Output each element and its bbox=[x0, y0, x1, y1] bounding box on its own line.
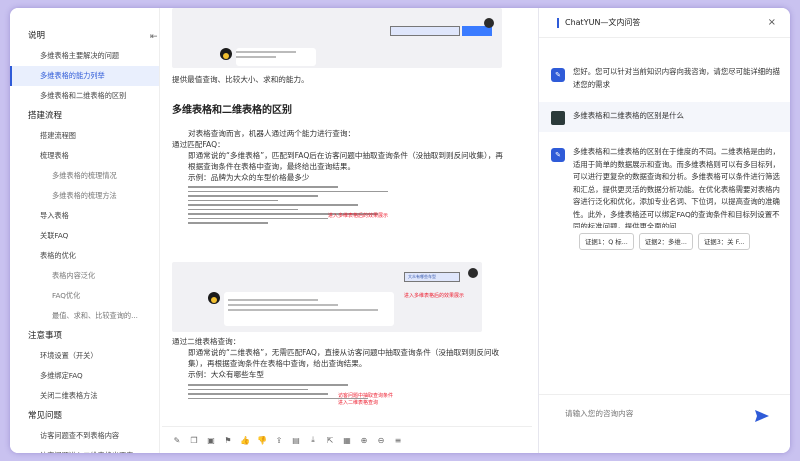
sidebar-item[interactable]: 关闭二维表格方法 bbox=[10, 386, 159, 406]
section-heading: 多维表格和二维表格的区别 bbox=[172, 105, 292, 116]
thumb-up-icon[interactable]: 👍 bbox=[238, 433, 252, 447]
sidebar-item[interactable]: 多维表格主要解决的问题 bbox=[10, 46, 159, 66]
evidence-chip[interactable]: 证据2：多维... bbox=[638, 233, 693, 250]
bot-avatar-icon: ✎ bbox=[551, 68, 565, 82]
sidebar-item[interactable]: 环境设置（开关） bbox=[10, 346, 159, 366]
bookmark-icon[interactable]: ⚑ bbox=[221, 433, 235, 447]
annotation-text: 访客问题中抽取查询条件 bbox=[338, 393, 394, 399]
annotation-text: 进入多维表格后的效果展示 bbox=[404, 293, 465, 299]
image-icon[interactable]: ▦ bbox=[340, 433, 354, 447]
bot-avatar-icon: ✎ bbox=[551, 148, 565, 162]
annotation-text: 进入二维表格查询 bbox=[338, 400, 379, 406]
send-icon[interactable] bbox=[755, 407, 769, 426]
evidence-chip[interactable]: 证据3：关 F... bbox=[697, 233, 751, 250]
annotation-text: 进入多维表格后的效果展示 bbox=[328, 213, 389, 219]
sidebar-item[interactable]: 多维绑定FAQ bbox=[10, 366, 159, 386]
chat-bubble: 大众有哪些车型 bbox=[404, 272, 460, 282]
doc-screenshot-2: 进入多维表格后的效果展示 bbox=[188, 186, 408, 256]
edit-icon[interactable]: ✎ bbox=[170, 433, 184, 447]
doc-paragraph: 通过匹配FAQ： bbox=[172, 140, 225, 149]
document-toolbar: ✎ ❐ ▣ ⚑ 👍 👎 ⇪ ▤ ⤓ ⇱ ▦ ⊕ ⊖ ≡ bbox=[162, 426, 532, 453]
sidebar-item[interactable]: 表格内容泛化 bbox=[10, 266, 159, 286]
sidebar-item[interactable]: 多维表格的能力列举 bbox=[10, 66, 159, 86]
sidebar-section-heading[interactable]: 注意事项 bbox=[10, 326, 159, 346]
doc-screenshot-1 bbox=[172, 8, 502, 68]
sidebar-item[interactable]: 访客问题进入二维表格出不来 bbox=[10, 446, 159, 453]
chat-title: ChatYUN—文内问答 bbox=[565, 18, 641, 27]
chat-bubble bbox=[390, 26, 460, 36]
folder-icon[interactable]: ▤ bbox=[289, 433, 303, 447]
download-icon[interactable]: ⤓ bbox=[306, 433, 320, 447]
zoom-out-icon[interactable]: ⊖ bbox=[374, 433, 388, 447]
sidebar-section-heading[interactable]: 常见问题 bbox=[10, 406, 159, 426]
chat-header: ChatYUN—文内问答 bbox=[539, 8, 790, 38]
sidebar-item[interactable]: 多维表格的梳理方法 bbox=[10, 186, 159, 206]
sidebar-item[interactable]: 梳理表格 bbox=[10, 146, 159, 166]
reply-card bbox=[236, 48, 316, 66]
sidebar-item[interactable]: 导入表格 bbox=[10, 206, 159, 226]
chat-input[interactable] bbox=[565, 409, 745, 418]
sidebar-item[interactable]: 表格的优化 bbox=[10, 246, 159, 266]
doc-paragraph: 提供最值查询、比较大小、求和的能力。 bbox=[172, 75, 309, 84]
outline-sidebar: ⇤ 说明 多维表格主要解决的问题 多维表格的能力列举 多维表格和二维表格的区别 搭建流程… bbox=[10, 8, 160, 453]
doc-paragraph: 通过二维表格查询： bbox=[172, 337, 241, 346]
sidebar-item[interactable]: 关联FAQ bbox=[10, 226, 159, 246]
chat-input-area bbox=[539, 394, 790, 453]
doc-paragraph: 即通常说的“多维表格”，匹配到FAQ后在访客问题中抽取查询条件（没抽取到则反问收… bbox=[188, 151, 503, 171]
more-icon[interactable]: ≡ bbox=[391, 433, 405, 447]
close-icon[interactable]: × bbox=[768, 17, 776, 28]
penguin-avatar-icon bbox=[220, 48, 232, 60]
doc-screenshot-4: 访客问题中抽取查询条件 进入二维表格查询 bbox=[188, 384, 408, 424]
doc-screenshot-3: 大众有哪些车型 进入多维表格后的效果展示 bbox=[172, 262, 482, 332]
reply-card bbox=[224, 292, 394, 326]
evidence-chips: 证据1：Q 标... 证据2：多维... 证据3：关 F... bbox=[579, 233, 751, 250]
user-avatar bbox=[551, 111, 565, 125]
bot-message-text: 您好。您可以针对当前知识内容向我咨询，请您尽可能详细的描述您的需求 bbox=[573, 67, 780, 89]
thumb-down-icon[interactable]: 👎 bbox=[255, 433, 269, 447]
collapse-sidebar-icon[interactable]: ⇤ bbox=[150, 32, 158, 42]
penguin-avatar-icon bbox=[208, 292, 220, 304]
accent-bar bbox=[557, 17, 559, 28]
chat-panel: ChatYUN—文内问答 × ✎ 您好。您可以针对当前知识内容向我咨询，请您尽可… bbox=[538, 8, 790, 453]
export-icon[interactable]: ⇱ bbox=[323, 433, 337, 447]
avatar bbox=[484, 18, 494, 28]
sidebar-item[interactable]: 最值、求和、比较查询的... bbox=[10, 306, 159, 326]
app-window: ⇤ 说明 多维表格主要解决的问题 多维表格的能力列举 多维表格和二维表格的区别 搭建流程… bbox=[10, 8, 790, 453]
copy-icon[interactable]: ❐ bbox=[187, 433, 201, 447]
doc-paragraph: 即通常说的“二维表格”，无需匹配FAQ，直接从访客问题中抽取查询条件（没抽取到则… bbox=[188, 348, 500, 368]
sidebar-item[interactable]: FAQ优化 bbox=[10, 286, 159, 306]
zoom-in-icon[interactable]: ⊕ bbox=[357, 433, 371, 447]
doc-paragraph: 示例：大众有哪些车型 bbox=[188, 370, 264, 379]
bot-message: ✎ 您好。您可以针对当前知识内容向我咨询，请您尽可能详细的描述您的需求 bbox=[551, 66, 781, 91]
document-view: 提供最值查询、比较大小、求和的能力。 多维表格和二维表格的区别 对表格查询而言，… bbox=[162, 8, 520, 453]
sidebar-section-heading[interactable]: 搭建流程 bbox=[10, 106, 159, 126]
doc-paragraph: 示例：品牌为大众的车型价格最多少 bbox=[188, 173, 310, 182]
bot-message: ✎ 多维表格和二维表格的区别在于维度的不同。二维表格是由的，适用于简单的数据展示… bbox=[551, 146, 781, 228]
save-icon[interactable]: ▣ bbox=[204, 433, 218, 447]
user-message: 多维表格和二维表格的区别是什么 bbox=[551, 110, 781, 125]
sidebar-item[interactable]: 多维表格的梳理情况 bbox=[10, 166, 159, 186]
doc-paragraph: 对表格查询而言，机器人通过两个能力进行查询： bbox=[188, 129, 356, 138]
user-message-text: 多维表格和二维表格的区别是什么 bbox=[573, 111, 684, 120]
share-icon[interactable]: ⇪ bbox=[272, 433, 286, 447]
evidence-chip[interactable]: 证据1：Q 标... bbox=[579, 233, 634, 250]
bot-message-text: 多维表格和二维表格的区别在于维度的不同。二维表格是由的，适用于简单的数据展示和查… bbox=[573, 147, 780, 228]
sidebar-item[interactable]: 访客问题查不到表格内容 bbox=[10, 426, 159, 446]
sidebar-section-heading[interactable]: 说明 bbox=[10, 26, 159, 46]
sidebar-item[interactable]: 搭建流程图 bbox=[10, 126, 159, 146]
sidebar-item[interactable]: 多维表格和二维表格的区别 bbox=[10, 86, 159, 106]
avatar bbox=[468, 268, 478, 278]
